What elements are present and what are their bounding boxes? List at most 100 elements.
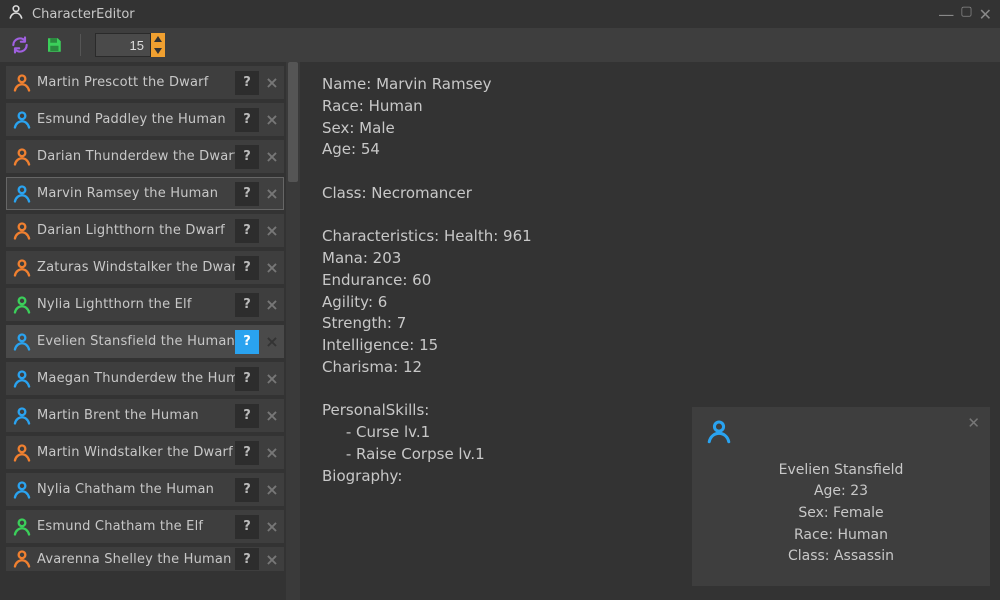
remove-button[interactable]: ×: [261, 332, 283, 351]
sidebar: Martin Prescott the Dwarf?× Esmund Paddle…: [0, 62, 300, 600]
detail-line: Sex: Male: [322, 118, 978, 140]
tooltip-line: Age: 23: [706, 481, 976, 503]
spinner-input[interactable]: [95, 33, 151, 57]
character-name: Evelien Stansfield the Human: [37, 334, 235, 349]
detail-panel: Name: Marvin RamseyRace: HumanSex: MaleA…: [300, 62, 1000, 600]
info-button[interactable]: ?: [235, 145, 259, 169]
info-button[interactable]: ?: [235, 547, 259, 571]
character-icon: [7, 369, 37, 389]
remove-button[interactable]: ×: [261, 480, 283, 499]
remove-button[interactable]: ×: [261, 369, 283, 388]
character-row[interactable]: Martin Brent the Human?×: [6, 399, 284, 432]
character-icon: [7, 406, 37, 426]
close-window-button[interactable]: ✕: [979, 5, 992, 24]
character-name: Marvin Ramsey the Human: [37, 186, 235, 201]
info-button[interactable]: ?: [235, 293, 259, 317]
remove-button[interactable]: ×: [261, 517, 283, 536]
character-icon: [7, 549, 37, 569]
remove-button[interactable]: ×: [261, 73, 283, 92]
refresh-icon: [10, 35, 30, 55]
list-scrollbar[interactable]: [286, 62, 300, 600]
toolbar: [0, 28, 1000, 62]
character-row[interactable]: Zaturas Windstalker the Dwarf?×: [6, 251, 284, 284]
detail-line: Name: Marvin Ramsey: [322, 74, 978, 96]
info-button[interactable]: ?: [235, 108, 259, 132]
remove-button[interactable]: ×: [261, 184, 283, 203]
character-row[interactable]: Martin Prescott the Dwarf?×: [6, 66, 284, 99]
character-row[interactable]: Esmund Chatham the Elf?×: [6, 510, 284, 543]
character-row[interactable]: Maegan Thunderdew the Human?×: [6, 362, 284, 395]
detail-line: Mana: 203: [322, 248, 978, 270]
character-tooltip: ✕ Evelien StansfieldAge: 23Sex: FemaleRa…: [692, 407, 990, 586]
character-name: Martin Brent the Human: [37, 408, 235, 423]
detail-line: Class: Necromancer: [322, 183, 978, 205]
character-icon: [7, 332, 37, 352]
character-name: Nylia Chatham the Human: [37, 482, 235, 497]
character-row[interactable]: Darian Thunderdew the Dwarf?×: [6, 140, 284, 173]
info-button[interactable]: ?: [235, 71, 259, 95]
tooltip-close-button[interactable]: ✕: [967, 413, 980, 435]
character-row[interactable]: Martin Windstalker the Dwarf?×: [6, 436, 284, 469]
character-row[interactable]: Evelien Stansfield the Human?×: [6, 325, 284, 358]
info-button[interactable]: ?: [235, 367, 259, 391]
character-row[interactable]: Esmund Paddley the Human?×: [6, 103, 284, 136]
spinner-up-button[interactable]: [151, 33, 165, 45]
remove-button[interactable]: ×: [261, 221, 283, 240]
spinner-down-button[interactable]: [151, 45, 165, 57]
detail-line: Intelligence: 15: [322, 335, 978, 357]
tooltip-line: Evelien Stansfield: [706, 460, 976, 482]
remove-button[interactable]: ×: [261, 295, 283, 314]
character-row[interactable]: Nylia Lightthorn the Elf?×: [6, 288, 284, 321]
character-icon: [7, 73, 37, 93]
minimize-button[interactable]: —: [938, 5, 954, 24]
character-name: Darian Thunderdew the Dwarf: [37, 149, 235, 164]
character-icon: [7, 295, 37, 315]
detail-line: Age: 54: [322, 139, 978, 161]
character-name: Esmund Paddley the Human: [37, 112, 235, 127]
character-name: Nylia Lightthorn the Elf: [37, 297, 235, 312]
character-icon: [7, 147, 37, 167]
tooltip-line: Race: Human: [706, 525, 976, 547]
info-button[interactable]: ?: [235, 404, 259, 428]
character-icon: [7, 480, 37, 500]
detail-line: [322, 161, 978, 183]
character-icon: [7, 221, 37, 241]
character-row[interactable]: Darian Lightthorn the Dwarf?×: [6, 214, 284, 247]
detail-line: Agility: 6: [322, 292, 978, 314]
remove-button[interactable]: ×: [261, 443, 283, 462]
character-row[interactable]: Nylia Chatham the Human?×: [6, 473, 284, 506]
scrollbar-thumb[interactable]: [288, 62, 298, 182]
character-row[interactable]: Avarenna Shelley the Human?×: [6, 547, 284, 571]
window-title: CharacterEditor: [32, 7, 135, 22]
character-name: Martin Windstalker the Dwarf: [37, 445, 235, 460]
remove-button[interactable]: ×: [261, 110, 283, 129]
character-icon: [7, 258, 37, 278]
remove-button[interactable]: ×: [261, 550, 283, 569]
detail-line: Strength: 7: [322, 313, 978, 335]
detail-line: Characteristics: Health: 961: [322, 226, 978, 248]
maximize-button[interactable]: ▢: [960, 4, 972, 23]
app-icon: [8, 4, 24, 24]
count-spinner[interactable]: [95, 33, 165, 57]
info-button[interactable]: ?: [235, 330, 259, 354]
main: Martin Prescott the Dwarf?× Esmund Paddle…: [0, 62, 1000, 600]
toolbar-separator: [80, 34, 81, 56]
info-button[interactable]: ?: [235, 256, 259, 280]
detail-line: [322, 379, 978, 401]
remove-button[interactable]: ×: [261, 406, 283, 425]
character-name: Maegan Thunderdew the Human: [37, 371, 235, 386]
remove-button[interactable]: ×: [261, 147, 283, 166]
character-name: Zaturas Windstalker the Dwarf: [37, 260, 235, 275]
character-row[interactable]: Marvin Ramsey the Human?×: [6, 177, 284, 210]
info-button[interactable]: ?: [235, 182, 259, 206]
info-button[interactable]: ?: [235, 515, 259, 539]
window-controls: — ▢ ✕: [938, 5, 992, 24]
save-button[interactable]: [42, 33, 66, 57]
refresh-button[interactable]: [8, 33, 32, 57]
remove-button[interactable]: ×: [261, 258, 283, 277]
info-button[interactable]: ?: [235, 478, 259, 502]
save-icon: [45, 36, 63, 54]
tooltip-line: Sex: Female: [706, 503, 976, 525]
info-button[interactable]: ?: [235, 219, 259, 243]
info-button[interactable]: ?: [235, 441, 259, 465]
